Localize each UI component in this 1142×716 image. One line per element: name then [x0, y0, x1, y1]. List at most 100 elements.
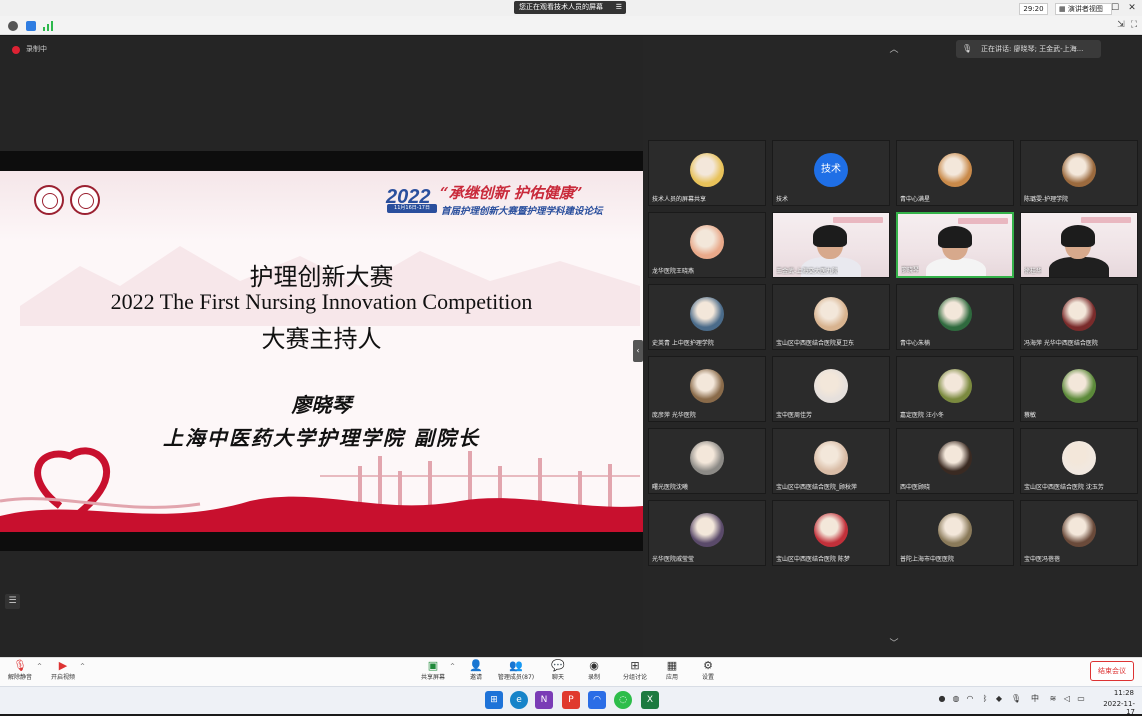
- powerpoint-icon[interactable]: P: [562, 691, 580, 709]
- participant-tile[interactable]: 宝中医周佳芳: [772, 356, 890, 422]
- unmute-button[interactable]: 🎙 解除静音: [0, 658, 40, 686]
- tray-security-icon[interactable]: ◆: [994, 694, 1004, 704]
- list-icon[interactable]: ☰: [5, 594, 20, 609]
- participant-name: 青中心满星: [900, 196, 931, 203]
- participant-tile[interactable]: 嘉定医院 汪小冬: [896, 356, 1014, 422]
- participant-tile[interactable]: 西中医顾晓: [896, 428, 1014, 494]
- collapse-panel-button[interactable]: ‹: [633, 340, 643, 362]
- close-icon[interactable]: ✕: [1123, 0, 1141, 16]
- chevron-up-icon[interactable]: ^: [80, 663, 86, 670]
- participant-avatar: [814, 297, 848, 331]
- participant-tile[interactable]: 技术人员的屏幕共享: [648, 140, 766, 206]
- participant-avatar: [1062, 297, 1096, 331]
- chat-icon: 💬: [551, 659, 565, 672]
- participant-name: 蔡敏: [1024, 412, 1037, 419]
- fullscreen-icon[interactable]: ⛶: [1128, 19, 1140, 31]
- nursing-school-seal-logo: [70, 185, 100, 215]
- participant-tile[interactable]: 冯海萍 光华中西医结合医院: [1020, 284, 1138, 350]
- slide: 2022 11月16日-17日 “承继创新 护佑健康” 首届护理创新大赛暨护理学…: [0, 171, 643, 532]
- wifi-icon[interactable]: ≋: [1048, 694, 1058, 704]
- participant-avatar: [690, 225, 724, 259]
- gear-icon: ⚙: [703, 659, 713, 672]
- participant-name: 宝中医周佳芳: [776, 412, 813, 419]
- participant-name: 普陀上海市中医医院: [900, 556, 955, 563]
- participant-tile[interactable]: 宝中医冯蓓蓓: [1020, 500, 1138, 566]
- chat-button[interactable]: 💬 聊天: [538, 658, 578, 686]
- participant-avatar: [1062, 369, 1096, 403]
- participant-name: 光华医院戚莹莹: [652, 556, 695, 563]
- participant-avatar: [814, 441, 848, 475]
- participant-name: 廖晓琴: [901, 267, 920, 274]
- participant-name: 陈璐雯-护理学院: [1024, 196, 1069, 203]
- battery-icon[interactable]: ▭: [1076, 694, 1086, 704]
- shield-icon[interactable]: [26, 21, 36, 31]
- chevron-up-icon[interactable]: ︿: [884, 42, 904, 55]
- participant-name: 宝山区中西医结合医院 沈玉芳: [1024, 484, 1104, 491]
- participant-tile[interactable]: 青中心朱楠: [896, 284, 1014, 350]
- view-switch-button[interactable]: ▦ 演讲者视图: [1055, 3, 1112, 15]
- participant-avatar: [938, 369, 972, 403]
- add-user-icon: 👤: [469, 659, 483, 672]
- settings-button[interactable]: ⚙ 设置: [688, 658, 728, 686]
- tray-mic-icon[interactable]: 🎙: [1011, 694, 1021, 704]
- manage-participants-button[interactable]: 👥 管理成员(87): [496, 658, 536, 686]
- info-icon[interactable]: [8, 21, 18, 31]
- participant-name: 曙光医院沈曦: [652, 484, 689, 491]
- participant-tile[interactable]: 龙华医院王晓燕: [648, 212, 766, 278]
- sharing-banner[interactable]: 您正在观看技术人员的屏幕 ☰: [514, 1, 626, 14]
- participant-tile[interactable]: 宝山区中西医结合医院 沈玉芳: [1020, 428, 1138, 494]
- excel-icon[interactable]: X: [641, 691, 659, 709]
- onenote-icon[interactable]: N: [535, 691, 553, 709]
- pin-icon[interactable]: ⇲: [1115, 19, 1127, 31]
- participant-avatar: [814, 513, 848, 547]
- tray-wechat-icon[interactable]: ◍: [951, 694, 961, 704]
- participant-name: 宝山区中西医结合医院夏卫东: [776, 340, 855, 347]
- participants-label: 管理成员(87): [497, 674, 535, 681]
- chevron-down-icon[interactable]: ﹀: [884, 636, 904, 649]
- apps-button[interactable]: ▦ 应用: [652, 658, 692, 686]
- participant-tile[interactable]: 庞彦萍 光华医院: [648, 356, 766, 422]
- participant-tile[interactable]: 史英青 上中医护理学院: [648, 284, 766, 350]
- record-button[interactable]: ◉ 录制: [574, 658, 614, 686]
- participant-tile[interactable]: 技术 技术: [772, 140, 890, 206]
- muted-mic-icon: 🎙: [13, 659, 27, 672]
- participant-tile[interactable]: 宝山区中西医结合医院 陈梦: [772, 500, 890, 566]
- menu-icon[interactable]: ☰: [616, 1, 622, 14]
- participant-tile[interactable]: 光华医院戚莹莹: [648, 500, 766, 566]
- input-method-indicator[interactable]: 中: [1030, 694, 1040, 704]
- share-screen-button[interactable]: ▣ 共享屏幕: [413, 658, 453, 686]
- participant-tile[interactable]: 曙光医院沈曦: [648, 428, 766, 494]
- participant-tile[interactable]: 廖晓琴: [896, 212, 1014, 278]
- invite-button[interactable]: 👤 邀请: [456, 658, 496, 686]
- breakout-rooms-button[interactable]: ⊞ 分组讨论: [615, 658, 655, 686]
- participant-tile[interactable]: 普陀上海市中医医院: [896, 500, 1014, 566]
- meeting-timer: 29:20: [1019, 3, 1048, 15]
- participant-tile[interactable]: 徐桂华: [1020, 212, 1138, 278]
- participant-avatar: [690, 297, 724, 331]
- participant-tile[interactable]: 陈璐雯-护理学院: [1020, 140, 1138, 206]
- participant-tile[interactable]: 宝山区中西医结合医院夏卫东: [772, 284, 890, 350]
- tray-app-icon[interactable]: ●: [937, 694, 947, 704]
- participant-tile[interactable]: 蔡敏: [1020, 356, 1138, 422]
- edge-browser-icon[interactable]: e: [510, 691, 528, 709]
- participant-tile[interactable]: 宝山区中西医结合医院_顾秋萍: [772, 428, 890, 494]
- participant-tile[interactable]: 王金武-上海交大医九院: [772, 212, 890, 278]
- wechat-icon[interactable]: ◌: [614, 691, 632, 709]
- signal-icon[interactable]: [43, 21, 53, 31]
- end-meeting-button[interactable]: 结束会议: [1090, 661, 1134, 681]
- participant-name: 庞彦萍 光华医院: [652, 412, 696, 419]
- participant-avatar: [690, 153, 724, 187]
- slide-slogan: “承继创新 护佑健康”: [440, 184, 583, 202]
- tray-meeting-icon[interactable]: ◠: [965, 694, 975, 704]
- windows-start-icon[interactable]: ⊞: [485, 691, 503, 709]
- bluetooth-icon[interactable]: ᛒ: [980, 694, 990, 704]
- clock-time[interactable]: 11:28: [1104, 689, 1134, 697]
- participants-icon: 👥: [509, 659, 523, 672]
- tencent-meeting-icon[interactable]: ◠: [588, 691, 606, 709]
- participant-tile[interactable]: 青中心满星: [896, 140, 1014, 206]
- start-video-button[interactable]: ▶ 开启视频: [43, 658, 83, 686]
- microphone-icon: 🎙: [962, 44, 973, 53]
- volume-icon[interactable]: ◁: [1062, 694, 1072, 704]
- breakout-icon: ⊞: [630, 659, 640, 672]
- participant-name: 徐桂华: [1024, 268, 1043, 275]
